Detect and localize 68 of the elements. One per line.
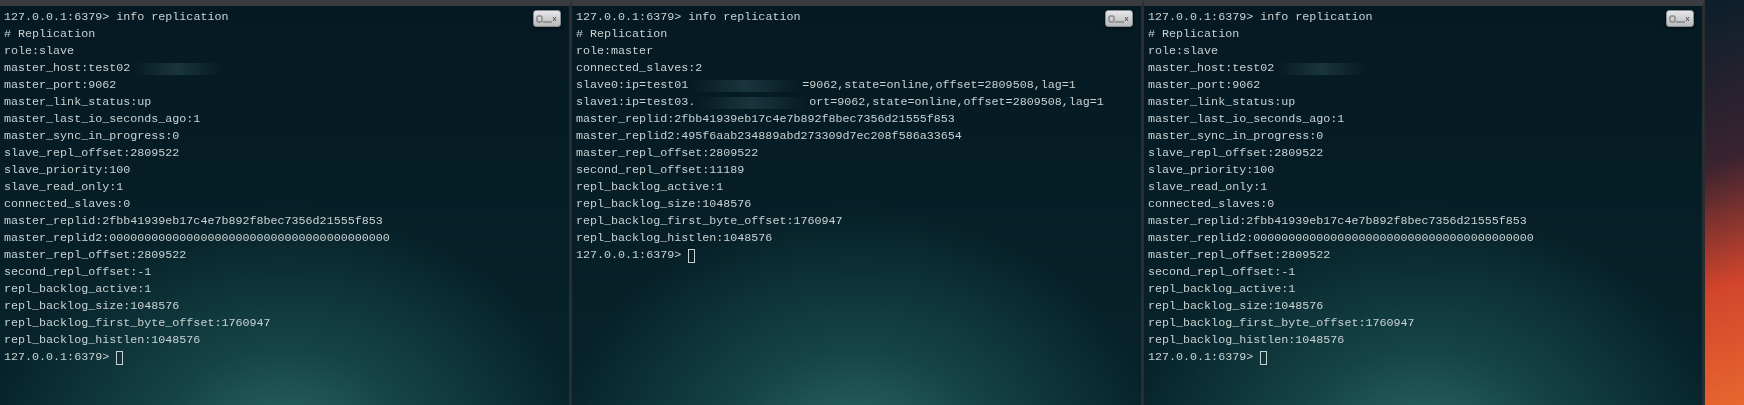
output-line: master_port:9062 [4,77,117,94]
output-line: connected_slaves:0 [1148,196,1275,213]
output-line: slave_repl_offset:2809522 [4,145,180,162]
output-line: slave_priority:100 [4,162,131,179]
output-line: master_replid:2fbb41939eb17c4e7b892f8bec7356d21555f853 [4,213,383,230]
prompt: 127.0.0.1:6379> [1148,9,1254,26]
output-line: role:master [576,43,654,60]
output-line: repl_backlog_active:1 [1148,281,1296,298]
output-line: repl_backlog_histlen:1048576 [576,230,773,247]
output-line: slave0:ip=test01 [576,77,689,94]
output-line: repl_backlog_histlen:1048576 [4,332,201,349]
output-line: master_last_io_seconds_ago:1 [1148,111,1345,128]
output-line: master_replid2:0000000000000000000000000000000000000000 [4,230,390,247]
output-line: repl_backlog_first_byte_offset:1760947 [4,315,271,332]
prompt: 127.0.0.1:6379> [576,9,682,26]
prompt: 127.0.0.1:6379> [4,9,110,26]
output-line: master_host:test02 [1148,60,1275,77]
command: info replication [1259,9,1373,26]
pane-icon [536,13,558,24]
prompt: 127.0.0.1:6379> [4,349,110,366]
output-line: repl_backlog_active:1 [576,179,724,196]
output-line: connected_slaves:2 [576,60,703,77]
prompt: 127.0.0.1:6379> [576,247,682,264]
output-line: repl_backlog_first_byte_offset:1760947 [1148,315,1415,332]
output-line: # Replication [1148,26,1240,43]
output-line: slave_priority:100 [1148,162,1275,179]
output-line: repl_backlog_size:1048576 [4,298,180,315]
output-line: master_repl_offset:2809522 [4,247,187,264]
output-line: master_link_status:up [4,94,152,111]
output-line: repl_backlog_active:1 [4,281,152,298]
command: info replication [115,9,229,26]
output-line: repl_backlog_size:1048576 [576,196,752,213]
output-line: slave1:ip=test03. [576,94,696,111]
output-line: slave_read_only:1 [4,179,124,196]
output-line: master_port:9062 [1148,77,1261,94]
output-line: master_link_status:up [1148,94,1296,111]
output-line: # Replication [4,26,96,43]
output-line: role:slave [4,43,75,60]
command: info replication [687,9,801,26]
output-line: role:slave [1148,43,1219,60]
output-line: master_replid:2fbb41939eb17c4e7b892f8bec7356d21555f853 [576,111,955,128]
output-line: ort=9062,state=online,offset=2809508,lag=1 [809,94,1104,111]
pane-button[interactable] [533,10,561,27]
output-line: master_sync_in_progress:0 [4,128,180,145]
output-line: connected_slaves:0 [4,196,131,213]
output-line: slave_repl_offset:2809522 [1148,145,1324,162]
output-line: master_replid2:0000000000000000000000000000000000000000 [1148,230,1534,247]
pane-icon [1108,13,1130,24]
prompt: 127.0.0.1:6379> [1148,349,1254,366]
pane-icon [1669,13,1691,24]
output-line: master_repl_offset:2809522 [576,145,759,162]
output-line: # Replication [576,26,668,43]
output-line: second_repl_offset:-1 [1148,264,1296,281]
pane-button[interactable] [1666,10,1694,27]
output-line: master_replid:2fbb41939eb17c4e7b892f8bec7356d21555f853 [1148,213,1527,230]
pane-button[interactable] [1105,10,1133,27]
output-line: slave_read_only:1 [1148,179,1268,196]
output-line: master_sync_in_progress:0 [1148,128,1324,145]
output-line: repl_backlog_histlen:1048576 [1148,332,1345,349]
output-line: second_repl_offset:-1 [4,264,152,281]
output-line: master_replid2:495f6aab234889abd273309d7ec208f586a33654 [576,128,962,145]
output-line: master_last_io_seconds_ago:1 [4,111,201,128]
output-line: =9062,state=online,offset=2809508,lag=1 [802,77,1076,94]
output-line: repl_backlog_size:1048576 [1148,298,1324,315]
output-line: master_host:test02 [4,60,131,77]
output-line: repl_backlog_first_byte_offset:1760947 [576,213,843,230]
output-line: master_repl_offset:2809522 [1148,247,1331,264]
output-line: second_repl_offset:11189 [576,162,745,179]
